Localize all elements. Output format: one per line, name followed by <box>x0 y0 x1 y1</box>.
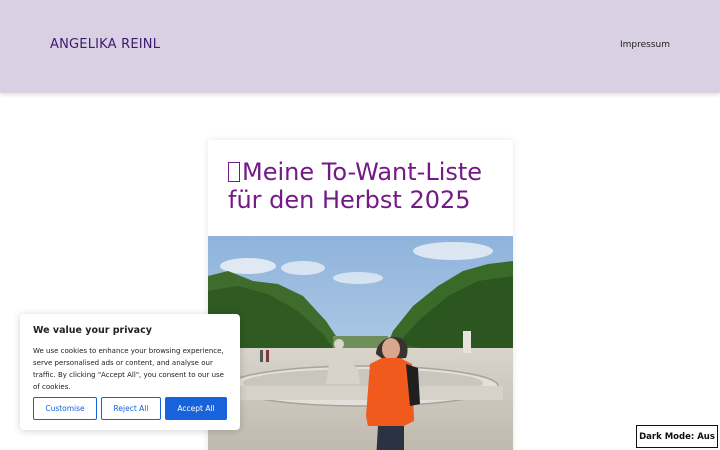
woman-in-orange-jacket-at-palace-garden-fountain-photo <box>208 236 513 450</box>
reject-all-button[interactable]: Reject All <box>101 397 161 420</box>
missing-emoji-glyph-icon <box>228 162 240 182</box>
nav-link-impressum[interactable]: Impressum <box>620 40 670 50</box>
cookie-description: We use cookies to enhance your browsing … <box>33 347 224 391</box>
post-featured-image[interactable] <box>208 236 513 450</box>
cookie-consent-banner: We value your privacy We use cookies to … <box>20 314 240 430</box>
post-title[interactable]: Meine To-Want-Liste für den Herbst 2025 <box>228 158 482 214</box>
post-title-heading[interactable]: Meine To-Want-Liste für den Herbst 2025 <box>228 158 503 214</box>
dark-mode-toggle[interactable]: Dark Mode: Aus <box>636 425 718 448</box>
customise-button[interactable]: Customise <box>33 397 97 420</box>
post-card: Meine To-Want-Liste für den Herbst 2025 <box>208 140 513 450</box>
cookie-title: We value your privacy <box>33 325 152 336</box>
accept-all-button[interactable]: Accept All <box>165 397 227 420</box>
site-title-link[interactable]: ANGELIKA REINL <box>50 37 160 52</box>
cookie-buttons: Customise Reject All Accept All <box>33 397 227 420</box>
site-header: ANGELIKA REINL Impressum <box>0 0 720 93</box>
